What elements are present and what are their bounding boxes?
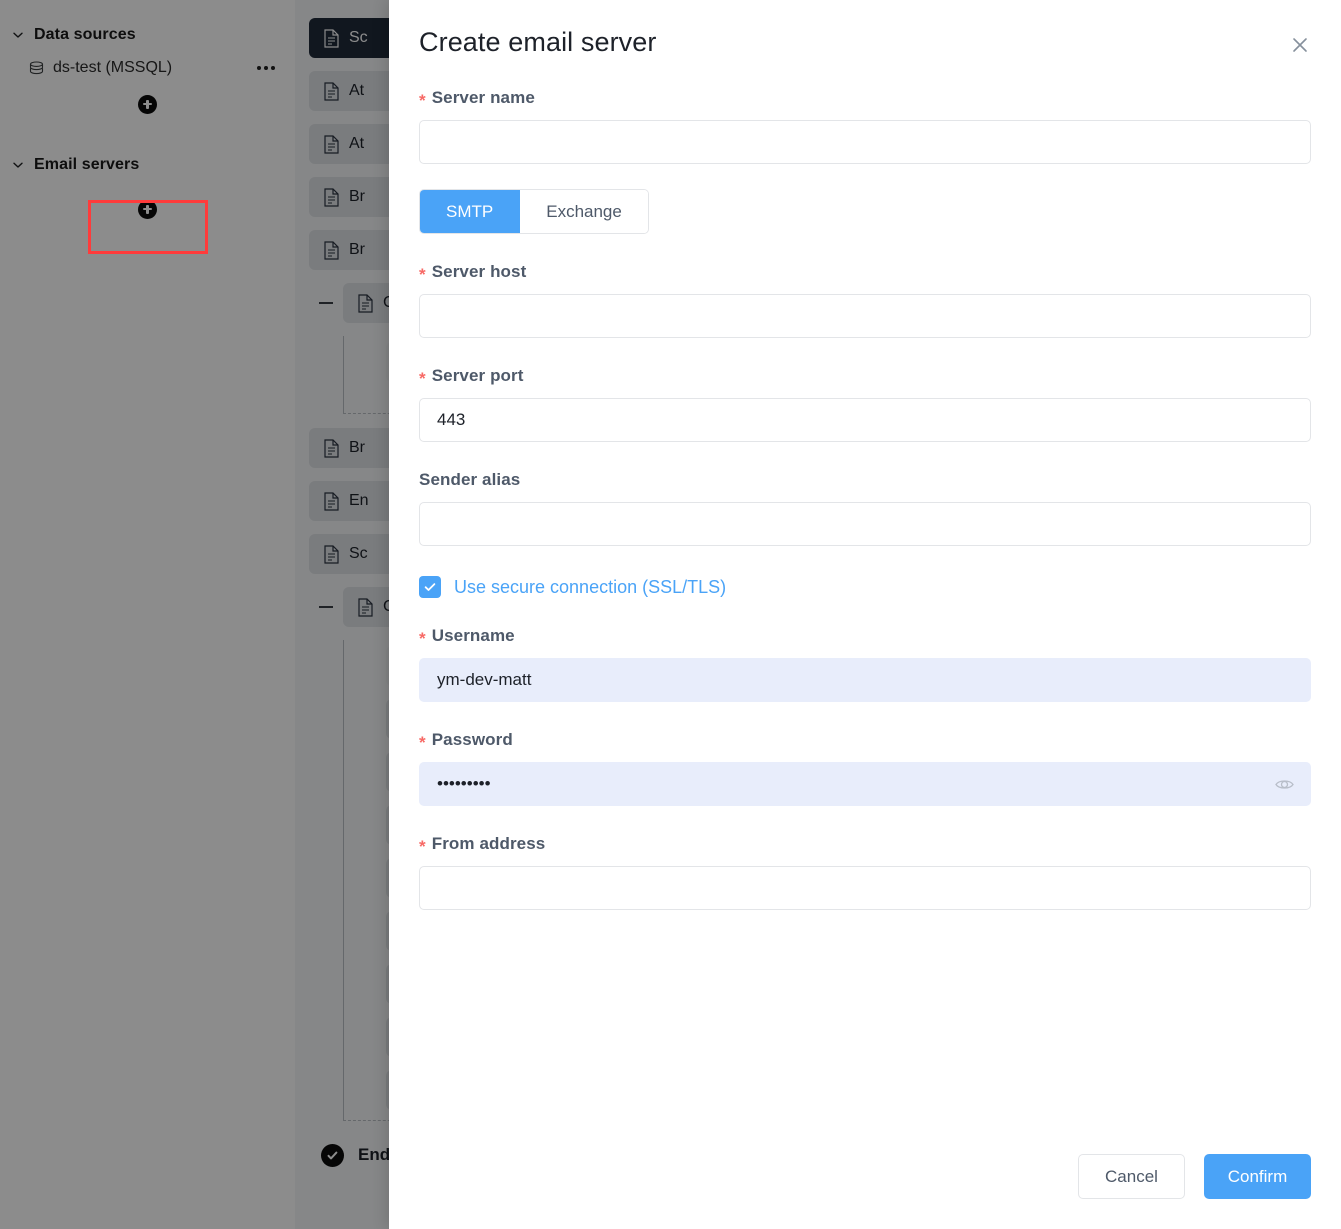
label-text: From address <box>431 834 546 854</box>
required-marker: * <box>419 629 426 649</box>
cancel-button[interactable]: Cancel <box>1078 1154 1185 1199</box>
protocol-option-exchange[interactable]: Exchange <box>520 190 648 234</box>
label-text: Username <box>431 626 515 646</box>
field-label-server-port: * Server port <box>419 366 1311 389</box>
field-label-server-host: * Server host <box>419 262 1311 285</box>
server-host-input[interactable] <box>419 294 1311 339</box>
app-root: Data sources ds-test (MSSQL) Email serve… <box>0 0 1341 1229</box>
create-email-server-dialog: Create email server * Server name SMTP E… <box>389 0 1341 1229</box>
confirm-button[interactable]: Confirm <box>1204 1154 1311 1199</box>
required-marker: * <box>419 265 426 285</box>
eye-icon[interactable] <box>1273 773 1295 795</box>
field-server-port: * Server port <box>419 366 1311 443</box>
dialog-title: Create email server <box>419 27 657 57</box>
close-icon[interactable] <box>1285 30 1315 60</box>
server-port-input[interactable] <box>419 398 1311 443</box>
password-input-wrap <box>419 762 1311 807</box>
field-label-username: * Username <box>419 626 1311 649</box>
secure-connection-label[interactable]: Use secure connection (SSL/TLS) <box>454 577 726 598</box>
username-input[interactable] <box>419 658 1311 703</box>
field-label-server-name: * Server name <box>419 88 1311 111</box>
dialog-header: Create email server <box>389 0 1341 58</box>
required-marker: * <box>419 837 426 857</box>
field-label-sender-alias: Sender alias <box>419 470 1311 490</box>
field-label-from-address: * From address <box>419 834 1311 857</box>
dialog-footer: Cancel Confirm <box>389 1154 1341 1229</box>
protocol-toggle: SMTP Exchange <box>419 189 649 235</box>
label-text: Server name <box>431 88 535 108</box>
label-text: Server host <box>431 262 527 282</box>
protocol-option-smtp[interactable]: SMTP <box>420 190 521 234</box>
field-server-host: * Server host <box>419 262 1311 339</box>
secure-connection-row[interactable]: Use secure connection (SSL/TLS) <box>419 576 1311 599</box>
field-label-password: * Password <box>419 730 1311 753</box>
sender-alias-input[interactable] <box>419 502 1311 547</box>
password-input[interactable] <box>419 762 1311 807</box>
field-username: * Username <box>419 626 1311 703</box>
label-text: Server port <box>431 366 524 386</box>
server-name-input[interactable] <box>419 120 1311 165</box>
field-password: * Password <box>419 730 1311 807</box>
from-address-input[interactable] <box>419 866 1311 911</box>
required-marker: * <box>419 733 426 753</box>
field-sender-alias: Sender alias <box>419 470 1311 547</box>
required-marker: * <box>419 369 426 389</box>
dialog-body: * Server name SMTP Exchange * Server hos… <box>389 58 1341 1154</box>
secure-connection-checkbox[interactable] <box>419 576 441 599</box>
label-text: Password <box>431 730 513 750</box>
label-text: Sender alias <box>419 470 521 490</box>
field-from-address: * From address <box>419 834 1311 911</box>
required-marker: * <box>419 91 426 111</box>
field-server-name: * Server name <box>419 88 1311 165</box>
